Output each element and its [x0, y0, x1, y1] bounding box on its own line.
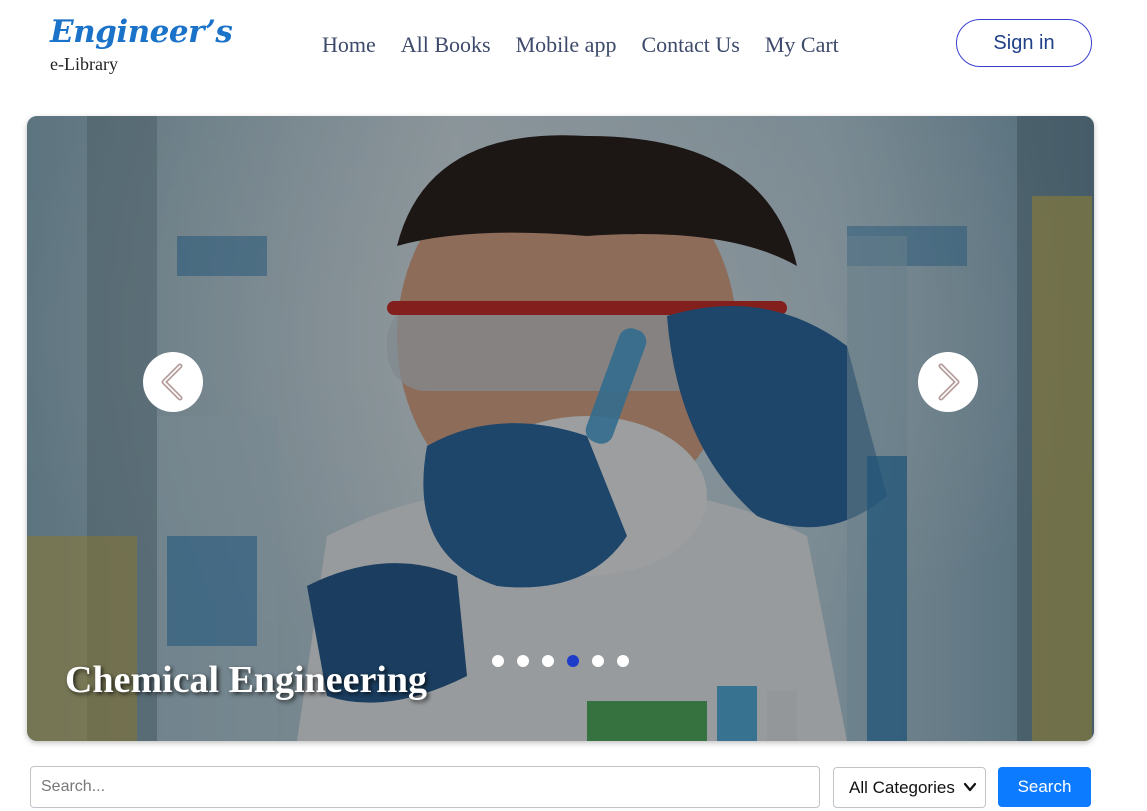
slide-title: Chemical Engineering: [65, 659, 428, 701]
sign-in-button[interactable]: Sign in: [956, 19, 1092, 67]
nav-all-books[interactable]: All Books: [401, 32, 491, 58]
carousel-dot[interactable]: [617, 655, 629, 667]
main-nav: Home All Books Mobile app Contact Us My …: [322, 30, 864, 60]
nav-contact-us[interactable]: Contact Us: [641, 32, 739, 58]
nav-home[interactable]: Home: [322, 32, 376, 58]
chevron-left-icon: [161, 363, 183, 401]
logo-title: Engineer’s: [50, 14, 233, 50]
search-button[interactable]: Search: [998, 767, 1091, 807]
carousel-dot[interactable]: [542, 655, 554, 667]
carousel-dot[interactable]: [492, 655, 504, 667]
chevron-down-icon: [963, 782, 977, 792]
category-selected-label: All Categories: [849, 777, 955, 797]
carousel-prev-button[interactable]: [143, 352, 203, 412]
chevron-right-icon: [938, 363, 960, 401]
carousel-dot-active[interactable]: [567, 655, 579, 667]
search-input[interactable]: [30, 766, 820, 808]
nav-mobile-app[interactable]: Mobile app: [516, 32, 617, 58]
site-header: Engineer’s e-Library Home All Books Mobi…: [0, 0, 1147, 100]
carousel-dot[interactable]: [517, 655, 529, 667]
site-logo[interactable]: Engineer’s e-Library: [50, 14, 233, 78]
category-select[interactable]: All Categories: [833, 767, 986, 808]
hero-carousel: Chemical Engineering: [27, 116, 1094, 741]
nav-my-cart[interactable]: My Cart: [765, 32, 839, 58]
logo-subtitle: e-Library: [50, 54, 118, 74]
carousel-next-button[interactable]: [918, 352, 978, 412]
carousel-dot[interactable]: [592, 655, 604, 667]
slide-overlay: [27, 116, 1094, 741]
search-bar: All Categories Search: [30, 766, 1091, 808]
carousel-indicators: [492, 655, 629, 667]
